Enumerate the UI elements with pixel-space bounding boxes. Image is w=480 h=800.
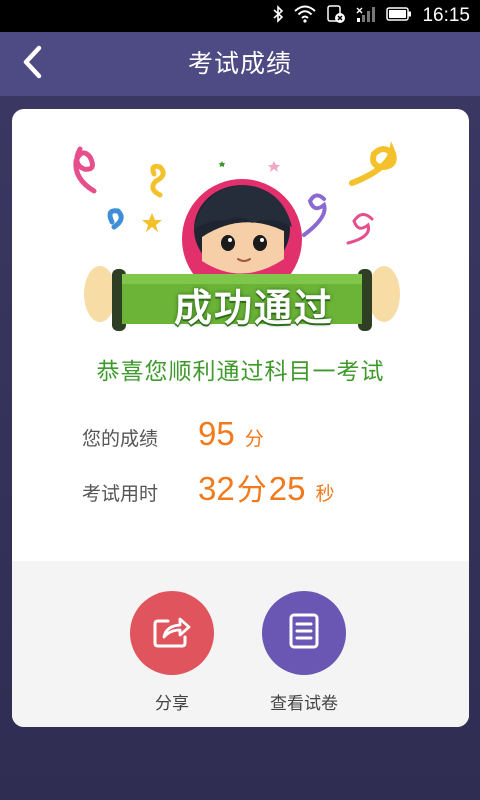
time-seconds-unit: 秒 [315,483,335,505]
result-card: 成功通过 恭喜您顺利通过科目一考试 您的成绩 95 分 考试用时 32 分 25… [12,109,469,727]
time-row: 考试用时 32 分 25 秒 [82,465,334,509]
wifi-icon [294,5,317,27]
view-paper-circle[interactable] [262,591,346,675]
share-icon [152,613,192,653]
status-bar: 16:15 [0,0,480,32]
document-icon [288,612,320,654]
time-seconds: 25 [268,470,306,507]
signal-icon [356,5,376,27]
share-circle[interactable] [130,591,214,675]
view-paper-label: 查看试卷 [270,694,338,714]
congrats-text: 恭喜您顺利通过科目一考试 [96,359,385,385]
share-button[interactable]: 分享 [112,591,232,714]
title-bar: 考试成绩 [0,32,480,96]
time-minutes-unit: 分 [236,473,267,508]
time-minutes: 32 [198,470,235,507]
actions-panel [12,561,469,727]
score-unit: 分 [244,428,264,450]
score-row: 您的成绩 95 分 [82,415,264,453]
banner-text: 成功通过 [173,286,334,330]
bluetooth-icon [272,5,284,27]
score-value: 95 [198,415,235,452]
page-title: 考试成绩 [187,49,292,78]
share-label: 分享 [155,694,189,714]
status-time: 16:15 [422,5,470,26]
score-label: 您的成绩 [82,428,159,450]
battery-icon [386,6,412,26]
time-label: 考试用时 [82,483,159,505]
view-paper-button[interactable]: 查看试卷 [244,591,364,714]
sim-off-icon [326,4,346,28]
